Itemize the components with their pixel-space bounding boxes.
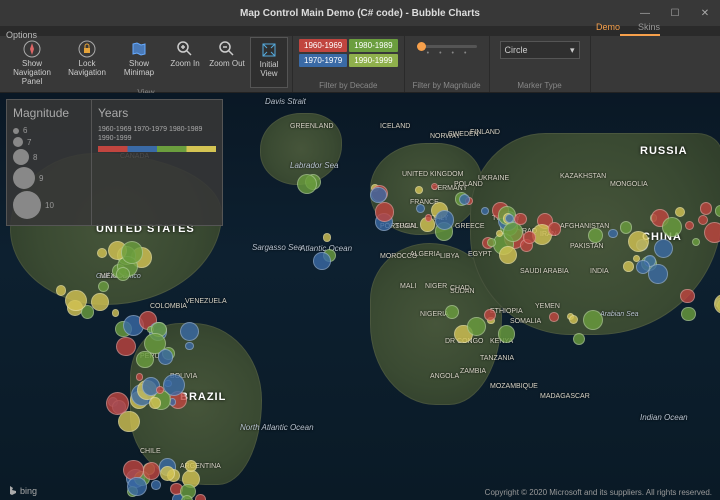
earthquake-bubble[interactable]	[662, 217, 682, 237]
fit-icon	[260, 40, 278, 60]
marker-type-select[interactable]: Circle ▾	[500, 41, 580, 59]
compass-icon	[23, 39, 41, 59]
earthquake-bubble[interactable]	[648, 264, 668, 284]
title-bar: Map Control Main Demo (C# code) - Bubble…	[0, 0, 720, 26]
earthquake-bubble[interactable]	[484, 309, 496, 321]
earthquake-bubble[interactable]	[548, 222, 561, 235]
earthquake-bubble[interactable]	[487, 238, 496, 247]
group-decade-label: Filter by Decade	[319, 81, 377, 90]
zoom-in-button[interactable]: Zoom In	[166, 37, 204, 88]
earthquake-bubble[interactable]	[370, 187, 387, 204]
earthquake-bubble[interactable]	[505, 214, 514, 223]
earthquake-bubble[interactable]	[97, 248, 107, 258]
chevron-down-icon: ▾	[570, 45, 575, 56]
earthquake-bubble[interactable]	[503, 222, 523, 242]
earthquake-bubble[interactable]	[675, 207, 685, 217]
years-color-bar	[98, 146, 216, 152]
zoom-out-button[interactable]: Zoom Out	[206, 37, 248, 88]
earthquake-bubble[interactable]	[127, 477, 147, 497]
earthquake-bubble[interactable]	[714, 294, 720, 314]
zoom-out-icon	[218, 39, 236, 59]
earthquake-bubble[interactable]	[143, 462, 160, 479]
earthquake-bubble[interactable]	[620, 221, 632, 233]
zoom-in-icon	[176, 39, 194, 59]
earthquake-bubble[interactable]	[435, 210, 454, 229]
window-tabs: Demo Skins	[0, 22, 720, 36]
legend-magnitude-title: Magnitude	[13, 106, 85, 120]
earthquake-bubble[interactable]	[416, 204, 425, 213]
group-marker-label: Marker Type	[517, 81, 561, 90]
country-label: RUSSIA	[640, 145, 688, 157]
earthquake-bubble[interactable]	[65, 290, 86, 311]
decade-1990-button[interactable]: 1990-1999	[349, 54, 397, 67]
earthquake-bubble[interactable]	[313, 252, 331, 270]
decade-1970-button[interactable]: 1970-1979	[299, 54, 347, 67]
earthquake-bubble[interactable]	[375, 202, 395, 222]
earthquake-bubble[interactable]	[112, 309, 119, 316]
bing-attribution: bing	[8, 485, 37, 497]
country-label: BRAZIL	[180, 391, 226, 403]
earthquake-bubble[interactable]	[523, 231, 536, 244]
earthquake-bubble[interactable]	[499, 246, 517, 264]
show-minimap-button[interactable]: Show Minimap	[114, 37, 164, 88]
group-magnitude-label: Filter by Magnitude	[413, 81, 481, 90]
earthquake-bubble[interactable]	[588, 228, 603, 243]
earthquake-bubble[interactable]	[181, 495, 193, 500]
earthquake-bubble[interactable]	[149, 397, 161, 409]
earthquake-bubble[interactable]	[425, 214, 432, 221]
earthquake-bubble[interactable]	[583, 310, 603, 330]
earthquake-bubble[interactable]	[106, 392, 129, 415]
map-icon	[130, 39, 148, 59]
earthquake-bubble[interactable]	[623, 261, 634, 272]
earthquake-bubble[interactable]	[121, 241, 144, 264]
earthquake-bubble[interactable]	[195, 494, 206, 500]
earthquake-bubble[interactable]	[715, 205, 720, 217]
earthquake-bubble[interactable]	[498, 325, 516, 343]
earthquake-bubble[interactable]	[681, 307, 695, 321]
earthquake-bubble[interactable]	[704, 222, 720, 243]
earthquake-bubble[interactable]	[496, 230, 503, 237]
earthquake-bubble[interactable]	[692, 238, 700, 246]
earthquake-bubble[interactable]	[549, 312, 559, 322]
earthquake-bubble[interactable]	[680, 289, 695, 304]
decade-1980-button[interactable]: 1980-1989	[349, 39, 397, 52]
earthquake-bubble[interactable]	[56, 285, 67, 296]
copyright-text: Copyright © 2020 Microsoft and its suppl…	[485, 488, 712, 497]
earthquake-bubble[interactable]	[514, 213, 526, 225]
lock-nav-button[interactable]: Lock Navigation	[62, 37, 112, 88]
show-nav-panel-button[interactable]: Show Navigation Panel	[4, 37, 60, 88]
earthquake-bubble[interactable]	[569, 315, 578, 324]
earthquake-bubble[interactable]	[91, 293, 109, 311]
earthquake-bubble[interactable]	[323, 233, 331, 241]
legend-years-title: Years	[98, 106, 216, 120]
map-canvas[interactable]: UNITED STATES BRAZIL RUSSIA CHINA Davis …	[0, 93, 720, 500]
earthquake-bubble[interactable]	[160, 466, 175, 481]
earthquake-bubble[interactable]	[573, 333, 586, 346]
earthquake-bubble[interactable]	[151, 480, 161, 490]
earthquake-bubble[interactable]	[481, 207, 489, 215]
magnitude-slider[interactable]	[417, 45, 477, 48]
earthquake-bubble[interactable]	[136, 373, 143, 380]
ribbon: Show Navigation Panel Lock Navigation Sh…	[0, 36, 720, 93]
options-menu[interactable]: Options	[6, 30, 37, 40]
decade-1960-button[interactable]: 1960-1969	[299, 39, 347, 52]
window-title: Map Control Main Demo (C# code) - Bubble…	[240, 8, 480, 19]
earthquake-bubble[interactable]	[700, 202, 712, 214]
legend-panel: Magnitude 6 7 8 9 10 Years 1960-19691970…	[6, 99, 223, 226]
earthquake-bubble[interactable]	[158, 349, 174, 365]
earthquake-bubble[interactable]	[297, 174, 317, 194]
tab-demo[interactable]: Demo	[596, 22, 620, 36]
earthquake-bubble[interactable]	[180, 322, 199, 341]
earthquake-bubble[interactable]	[136, 351, 153, 368]
earthquake-bubble[interactable]	[459, 194, 470, 205]
initial-view-button[interactable]: Initial View	[250, 37, 288, 88]
earthquake-bubble[interactable]	[116, 337, 135, 356]
earthquake-bubble[interactable]	[431, 183, 438, 190]
earthquake-bubble[interactable]	[415, 186, 423, 194]
lock-icon	[78, 39, 96, 59]
